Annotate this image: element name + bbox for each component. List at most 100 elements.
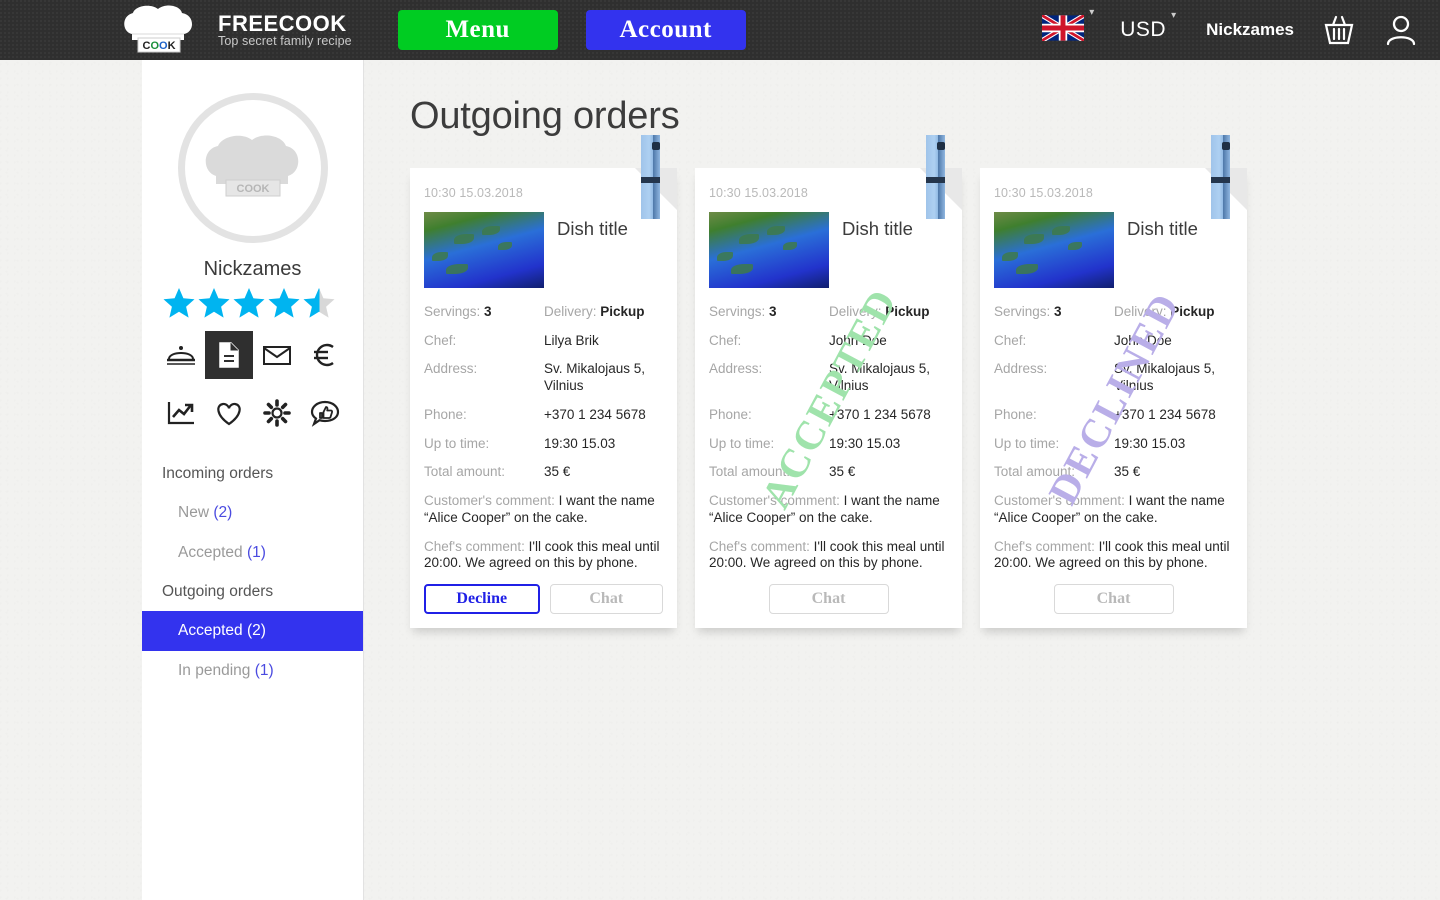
sidebar-nav: Incoming orders New (2) Accepted (1) Out…: [142, 455, 363, 691]
dish-title: Dish title: [557, 218, 628, 239]
detail-row-phone: Phone: +370 1 234 5678: [709, 407, 948, 424]
address-value: Sv. Mikalojaus 5, Vilnius: [544, 361, 646, 394]
chef-comment: Chef's comment: I'll cook this meal unti…: [709, 539, 948, 572]
order-card[interactable]: DECLINED 10:30 15.03.2018 Dish title Ser…: [980, 135, 1247, 629]
servings-label: Servings:: [424, 304, 481, 319]
up-to-time-label: Up to time:: [994, 435, 1060, 451]
servings-value: 3: [1054, 304, 1062, 319]
delivery-value: Pickup: [1170, 304, 1215, 319]
svg-text:COOK: COOK: [142, 40, 175, 52]
uk-flag-icon: [1040, 12, 1086, 46]
brand-title: FREECOOK: [218, 10, 347, 36]
delivery-label: Delivery:: [1114, 304, 1167, 319]
dish-cover-icon[interactable]: [157, 331, 205, 379]
sidebar-item-outgoing-accepted[interactable]: Accepted (2): [142, 611, 363, 651]
decline-button[interactable]: Decline: [424, 584, 540, 615]
phone-value: +370 1 234 5678: [1114, 406, 1216, 422]
clothespin-icon: [641, 135, 660, 219]
header-username[interactable]: Nickzames: [1206, 20, 1294, 40]
chef-comment-label: Chef's comment:: [709, 538, 810, 554]
phone-label: Phone:: [709, 406, 752, 422]
clothespin-icon: [926, 135, 945, 219]
detail-row-address: Address: Sv. Mikalojaus 5, Vilnius: [424, 361, 663, 394]
menu-button[interactable]: Menu: [397, 10, 558, 50]
card-actions: Chat: [709, 584, 948, 615]
feedback-icon[interactable]: [301, 389, 349, 437]
detail-row-chef: Chef: Lilya Brik: [424, 333, 663, 350]
address-value: Sv. Mikalojaus 5, Vilnius: [1114, 361, 1216, 394]
gear-icon[interactable]: [253, 389, 301, 437]
total-amount-value: 35 €: [829, 464, 856, 480]
up-to-time-value: 19:30 15.03: [544, 435, 616, 451]
detail-row-address: Address: Sv. Mikalojaus 5, Vilnius: [994, 361, 1233, 394]
up-to-time-label: Up to time:: [709, 435, 775, 451]
sidebar-icon-row-1: [142, 331, 363, 379]
main-content: Outgoing orders 10:30 15.03.2018 Dish ti…: [364, 60, 1440, 900]
sidebar-item-label: New: [178, 504, 210, 521]
chef-comment-label: Chef's comment:: [424, 538, 525, 554]
chef-hat-avatar-icon: COOK: [205, 135, 298, 197]
detail-row-phone: Phone: +370 1 234 5678: [424, 407, 663, 424]
chart-icon[interactable]: [157, 389, 205, 437]
heart-icon[interactable]: [205, 389, 253, 437]
chat-button[interactable]: Chat: [1053, 584, 1174, 615]
header-right-cluster: ▾ USD ▾ Nickzames: [1040, 7, 1418, 47]
sidebar-item-outgoing-in-pending[interactable]: In pending (1): [142, 651, 363, 691]
address-value: Sv. Mikalojaus 5, Vilnius: [829, 361, 931, 394]
avatar[interactable]: COOK: [177, 93, 328, 243]
card-actions: Chat: [994, 584, 1233, 615]
detail-row-chef: Chef: John Doe: [994, 333, 1233, 350]
phone-value: +370 1 234 5678: [544, 406, 646, 422]
delivery-label: Delivery:: [544, 304, 597, 319]
customer-comment-label: Customer's comment:: [424, 493, 555, 509]
euro-icon[interactable]: [301, 331, 349, 379]
chef-label: Chef:: [424, 332, 457, 348]
order-card[interactable]: 10:30 15.03.2018 Dish title Servings: 3 …: [410, 135, 677, 629]
chat-button[interactable]: Chat: [549, 584, 663, 615]
chef-value: John Doe: [1114, 332, 1172, 348]
sidebar: COOK Nickzames Incoming orders New (2) A…: [142, 60, 364, 900]
address-label: Address:: [424, 361, 478, 377]
sidebar-item-incoming-new[interactable]: New (2): [142, 493, 363, 533]
detail-row-servings-delivery: Servings: 3 Delivery: Pickup: [709, 304, 948, 321]
dish-image: [994, 212, 1114, 288]
document-icon[interactable]: [204, 331, 253, 379]
order-date: 10:30 15.03.2018: [709, 186, 808, 200]
chevron-down-icon[interactable]: ▾: [1171, 10, 1176, 21]
sidebar-item-incoming-accepted[interactable]: Accepted (1): [142, 533, 363, 573]
order-date: 10:30 15.03.2018: [994, 186, 1093, 200]
brand-subtitle: Top secret family recipe: [218, 33, 352, 48]
brand-logo[interactable]: COOK FREECOOK Top secret family recipe: [118, 4, 352, 56]
sidebar-item-label: Accepted: [178, 622, 243, 639]
svg-text:COOK: COOK: [236, 183, 269, 195]
phone-label: Phone:: [994, 406, 1037, 422]
card-actions: Decline Chat: [424, 584, 663, 615]
currency-selector[interactable]: USD ▾: [1094, 10, 1176, 42]
up-to-time-value: 19:30 15.03: [829, 435, 901, 451]
order-card[interactable]: ACCEPTED 10:30 15.03.2018 Dish title Ser…: [695, 135, 962, 629]
account-button[interactable]: Account: [585, 10, 746, 50]
language-selector[interactable]: ▾: [1040, 7, 1094, 46]
detail-row-servings-delivery: Servings: 3 Delivery: Pickup: [994, 304, 1233, 321]
chef-label: Chef:: [709, 332, 742, 348]
chevron-down-icon[interactable]: ▾: [1089, 7, 1094, 18]
envelope-icon[interactable]: [253, 331, 301, 379]
servings-label: Servings:: [994, 304, 1051, 319]
sidebar-item-label: In pending: [178, 662, 251, 679]
delivery-value: Pickup: [600, 304, 645, 319]
order-cards-list: 10:30 15.03.2018 Dish title Servings: 3 …: [410, 135, 1440, 629]
customer-comment-label: Customer's comment:: [994, 493, 1125, 509]
dish-image: [424, 212, 544, 288]
servings-label: Servings:: [709, 304, 766, 319]
chat-button[interactable]: Chat: [768, 584, 889, 615]
basket-icon[interactable]: [1322, 14, 1356, 46]
user-icon[interactable]: [1384, 13, 1418, 47]
detail-row-servings-delivery: Servings: 3 Delivery: Pickup: [424, 304, 663, 321]
sidebar-item-count: (2): [246, 622, 266, 639]
order-details: Servings: 3 Delivery: Pickup Chef: Lilya…: [424, 304, 663, 481]
dish-image: [709, 212, 829, 288]
address-label: Address:: [994, 361, 1048, 377]
detail-row-total-amount: Total amount: 35 €: [709, 464, 948, 481]
detail-row-up-to-time: Up to time: 19:30 15.03: [424, 436, 663, 453]
phone-value: +370 1 234 5678: [829, 406, 931, 422]
